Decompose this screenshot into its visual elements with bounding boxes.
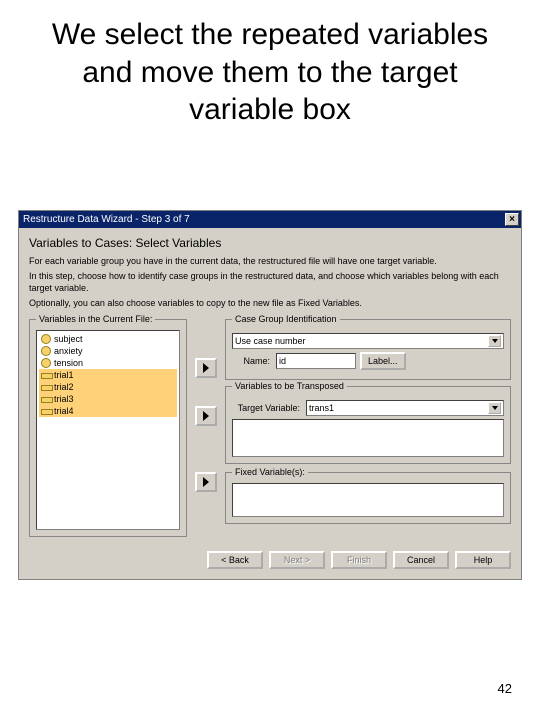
variables-groupbox: Variables in the Current File: subjectan… — [29, 319, 187, 537]
target-group-title: Variables to be Transposed — [232, 381, 347, 391]
intro-text-2: In this step, choose how to identify cas… — [29, 271, 511, 294]
list-item[interactable]: tension — [39, 357, 177, 369]
arrow-right-icon — [203, 363, 209, 373]
move-to-case-id-button[interactable] — [195, 358, 217, 378]
arrow-right-icon — [203, 477, 209, 487]
list-item[interactable]: trial2 — [39, 381, 177, 393]
variable-name: trial3 — [54, 394, 74, 404]
label-button[interactable]: Label... — [360, 352, 406, 370]
dialog-content: Variables to Cases: Select Variables For… — [19, 228, 521, 545]
fixed-group-title: Fixed Variable(s): — [232, 467, 308, 477]
variables-listbox[interactable]: subject anxiety tension trial1 trial2 trial3 t… — [36, 330, 180, 530]
dialog-title: Restructure Data Wizard - Step 3 of 7 — [23, 214, 190, 225]
scale-variable-icon — [41, 406, 51, 416]
help-button[interactable]: Help — [455, 551, 511, 569]
case-group-select-value: Use case number — [235, 335, 488, 347]
arrow-right-icon — [203, 411, 209, 421]
next-button[interactable]: Next > — [269, 551, 325, 569]
chevron-down-icon — [488, 335, 501, 347]
variable-name: subject — [54, 334, 83, 344]
finish-button[interactable]: Finish — [331, 551, 387, 569]
move-buttons-column — [193, 313, 219, 537]
scale-variable-icon — [41, 394, 51, 404]
cancel-button[interactable]: Cancel — [393, 551, 449, 569]
dialog-heading: Variables to Cases: Select Variables — [29, 236, 511, 250]
dialog-button-bar: < Back Next > Finish Cancel Help — [19, 545, 521, 579]
list-item[interactable]: trial1 — [39, 369, 177, 381]
target-variable-select[interactable]: trans1 — [306, 400, 504, 416]
fixed-groupbox: Fixed Variable(s): — [225, 472, 511, 524]
move-to-target-button[interactable] — [195, 406, 217, 426]
variable-name: trial4 — [54, 406, 74, 416]
case-group-title: Case Group Identification — [232, 314, 340, 324]
list-item[interactable]: trial4 — [39, 405, 177, 417]
variable-name: anxiety — [54, 346, 83, 356]
variables-group-title: Variables in the Current File: — [36, 314, 155, 324]
slide-title: We select the repeated variables and mov… — [0, 0, 540, 129]
variable-name: tension — [54, 358, 83, 368]
scale-variable-icon — [41, 382, 51, 392]
target-variable-listbox[interactable] — [232, 419, 504, 457]
chevron-down-icon — [488, 402, 501, 414]
case-group-select[interactable]: Use case number — [232, 333, 504, 349]
list-item[interactable]: anxiety — [39, 345, 177, 357]
titlebar[interactable]: Restructure Data Wizard - Step 3 of 7 × — [19, 211, 521, 228]
case-group-groupbox: Case Group Identification Use case numbe… — [225, 319, 511, 380]
target-variable-label: Target Variable: — [232, 403, 302, 413]
nominal-variable-icon — [41, 334, 51, 344]
target-variable-value: trans1 — [309, 402, 488, 414]
variable-name: trial1 — [54, 370, 74, 380]
intro-text-1: For each variable group you have in the … — [29, 256, 511, 267]
case-name-label: Name: — [232, 356, 272, 366]
move-to-fixed-button[interactable] — [195, 472, 217, 492]
nominal-variable-icon — [41, 346, 51, 356]
nominal-variable-icon — [41, 358, 51, 368]
fixed-variable-listbox[interactable] — [232, 483, 504, 517]
scale-variable-icon — [41, 370, 51, 380]
list-item[interactable]: subject — [39, 333, 177, 345]
back-button[interactable]: < Back — [207, 551, 263, 569]
page-number: 42 — [498, 681, 512, 696]
restructure-dialog: Restructure Data Wizard - Step 3 of 7 × … — [18, 210, 522, 580]
variable-name: trial2 — [54, 382, 74, 392]
target-groupbox: Variables to be Transposed Target Variab… — [225, 386, 511, 464]
intro-text-3: Optionally, you can also choose variable… — [29, 298, 511, 309]
close-icon[interactable]: × — [505, 213, 519, 226]
case-name-input[interactable]: id — [276, 353, 356, 369]
list-item[interactable]: trial3 — [39, 393, 177, 405]
